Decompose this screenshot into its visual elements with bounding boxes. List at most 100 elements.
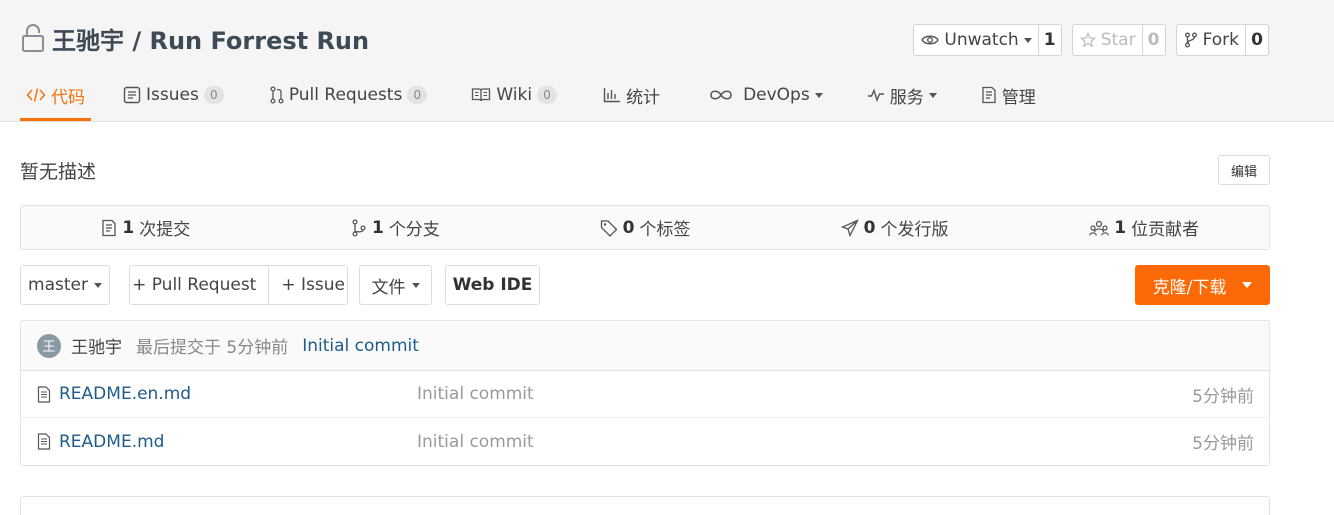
file-time: 5分钟前 [1192, 386, 1254, 407]
tab-wiki-label: Wiki [496, 85, 533, 105]
repo-title[interactable]: 王驰宇 / Run Forrest Run [52, 21, 369, 56]
infinity-icon [710, 90, 732, 100]
fork-icon [1184, 32, 1197, 48]
tab-code-label: 代码 [51, 87, 85, 108]
commit-message-link[interactable]: Initial commit [302, 336, 419, 356]
clone-download-label: 克隆/下载 [1152, 277, 1227, 298]
web-ide-button[interactable]: Web IDE [445, 265, 540, 305]
fork-button[interactable]: Fork 0 [1175, 24, 1269, 56]
tab-pull-requests[interactable]: Pull Requests 0 [264, 72, 434, 118]
stat-commits-count: 1 [122, 217, 135, 238]
tab-code[interactable]: 代码 [20, 72, 91, 121]
star-label: Star [1100, 30, 1136, 50]
file-icon [37, 433, 51, 450]
stat-commits[interactable]: 1 次提交 [21, 206, 271, 249]
wiki-count-badge: 0 [537, 86, 558, 104]
pull-request-icon [270, 86, 284, 104]
watch-count[interactable]: 1 [1039, 25, 1061, 55]
stat-branches-label: 个分支 [388, 220, 440, 240]
stat-tags[interactable]: 0 个标签 [520, 206, 770, 249]
tab-services[interactable]: 服务 [861, 72, 943, 118]
branch-icon [352, 218, 366, 237]
tab-pull-requests-label: Pull Requests [288, 85, 403, 105]
tab-services-label: 服务 [889, 87, 924, 108]
issues-count-badge: 0 [203, 86, 224, 104]
tab-issues[interactable]: Issues 0 [117, 72, 230, 118]
file-icon [37, 385, 51, 403]
stat-branches[interactable]: 1 个分支 [271, 206, 521, 249]
repo-toolbar: master + Pull Request + Issue 文件 Web IDE… [20, 265, 1270, 305]
repo-stats-bar: 1 次提交 1 个分支 0 个标签 0 个发行版 1 位贡献者 [20, 205, 1270, 250]
file-name-link[interactable]: README.md [37, 432, 164, 452]
files-dropdown-label: 文件 [371, 277, 406, 298]
chevron-down-icon [928, 92, 937, 98]
stat-branches-count: 1 [371, 217, 384, 238]
settings-doc-icon [982, 86, 996, 104]
tab-devops-label: DevOps [743, 85, 810, 105]
tab-manage-label: 管理 [1001, 87, 1036, 108]
file-name-link[interactable]: README.en.md [37, 384, 191, 404]
repo-header: 王驰宇 / Run Forrest Run Unwatch 1 Star 0 F… [0, 0, 1334, 122]
pulse-icon [867, 88, 884, 102]
stat-contributors[interactable]: 1 位贡献者 [1019, 206, 1269, 249]
file-row: README.md Initial commit 5分钟前 [21, 418, 1269, 465]
star-button[interactable]: Star 0 [1071, 24, 1166, 56]
star-icon [1079, 32, 1096, 48]
tab-statistics[interactable]: 统计 [597, 72, 666, 118]
new-pull-request-button[interactable]: + Pull Request [120, 266, 268, 304]
repo-description: 暂无描述 [20, 161, 97, 183]
tag-icon [600, 219, 617, 237]
chevron-down-icon [1023, 37, 1032, 43]
watch-button-main[interactable]: Unwatch [914, 25, 1039, 55]
avatar[interactable]: 王 [37, 333, 61, 358]
tab-statistics-label: 统计 [626, 87, 661, 108]
tab-issues-label: Issues [146, 85, 199, 105]
file-commit-message[interactable]: Initial commit [417, 432, 534, 452]
contributors-icon [1089, 220, 1110, 236]
stat-contributors-count: 1 [1114, 217, 1127, 238]
file-name: README.en.md [59, 384, 192, 404]
eye-icon [921, 35, 940, 45]
stat-releases-count: 0 [863, 217, 876, 238]
file-commit-message[interactable]: Initial commit [417, 384, 534, 404]
tab-wiki[interactable]: Wiki 0 [465, 72, 563, 118]
tab-devops[interactable]: DevOps [702, 72, 829, 118]
star-button-main[interactable]: Star [1073, 25, 1143, 55]
clone-download-button[interactable]: 克隆/下载 [1135, 265, 1270, 305]
file-list: 王 王驰宇 最后提交于 5分钟前 Initial commit README.e… [20, 320, 1270, 466]
fork-button-main[interactable]: Fork [1177, 25, 1246, 55]
send-icon [840, 218, 859, 237]
commit-doc-icon [102, 219, 117, 236]
issues-icon [123, 86, 141, 104]
stat-tags-label: 个标签 [639, 220, 691, 240]
stat-releases-label: 个发行版 [880, 220, 949, 240]
code-icon [26, 88, 46, 102]
edit-description-button[interactable]: 编辑 [1218, 155, 1270, 185]
branch-select[interactable]: master [20, 265, 110, 305]
fork-label: Fork [1202, 30, 1239, 50]
chevron-down-icon [93, 282, 102, 288]
new-issue-button[interactable]: + Issue [268, 266, 357, 304]
repo-tabs: 代码 Issues 0 Pull Requests 0 Wiki 0 统计 De… [20, 72, 1042, 122]
bar-chart-icon [603, 88, 621, 103]
files-dropdown[interactable]: 文件 [359, 265, 432, 305]
stat-tags-count: 0 [622, 217, 635, 238]
file-time: 5分钟前 [1192, 434, 1254, 454]
repo-title-row: 王驰宇 / Run Forrest Run [20, 21, 369, 56]
tab-manage[interactable]: 管理 [975, 72, 1042, 118]
repo-actions: Unwatch 1 Star 0 Fork 0 [913, 24, 1269, 56]
book-icon [472, 88, 491, 102]
commit-author[interactable]: 王驰宇 [71, 333, 122, 358]
file-row: README.en.md Initial commit 5分钟前 [21, 371, 1269, 418]
last-commit-row: 王 王驰宇 最后提交于 5分钟前 Initial commit [21, 321, 1269, 371]
chevron-down-icon [814, 92, 823, 98]
watch-label: Unwatch [944, 30, 1019, 50]
fork-count[interactable]: 0 [1246, 25, 1268, 55]
stat-releases[interactable]: 0 个发行版 [770, 206, 1020, 249]
chevron-down-icon [411, 282, 420, 288]
lock-icon [22, 24, 44, 52]
stat-commits-label: 次提交 [139, 220, 191, 240]
star-count[interactable]: 0 [1143, 25, 1165, 55]
watch-button[interactable]: Unwatch 1 [913, 24, 1062, 56]
chevron-down-icon [1242, 282, 1253, 288]
